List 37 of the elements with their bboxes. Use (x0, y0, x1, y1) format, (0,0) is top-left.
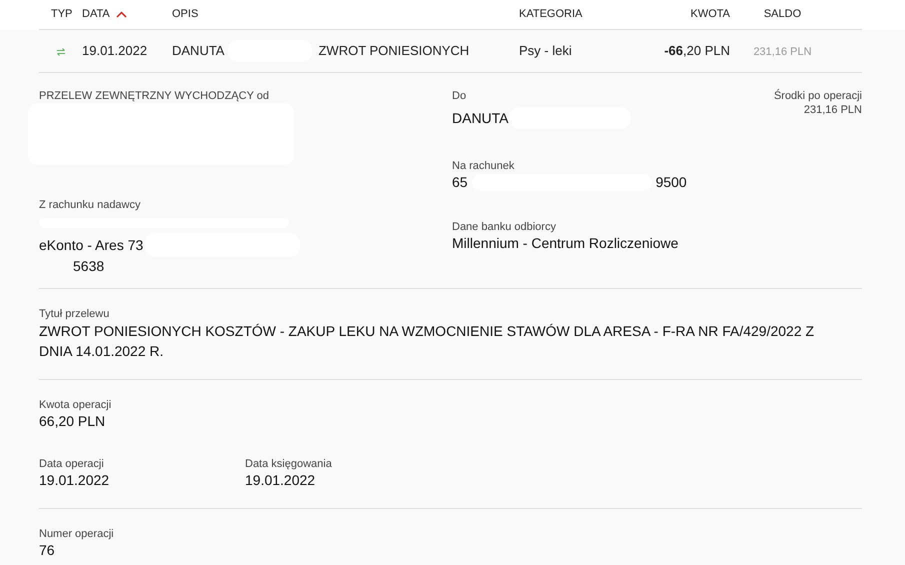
column-header[interactable]: SALDO (764, 6, 802, 23)
recipient-name: DANUTA (452, 108, 509, 128)
column-header[interactable]: TYP (51, 6, 72, 23)
category-name: Psy - leki (519, 43, 572, 58)
field-label: Środki po operacji (772, 89, 862, 103)
field-value: 76 (39, 541, 56, 560)
transfer-title: ZWROT PONIESIONYCH (318, 42, 470, 60)
payee-name: DANUTA (172, 42, 224, 60)
field-label: Data operacji (39, 457, 105, 471)
field-label: Z rachunku nadawcy (39, 198, 142, 212)
column-header[interactable]: DATA (82, 6, 127, 23)
field-label: Data księgowania (245, 457, 332, 471)
account-number-end: 9500 (656, 173, 687, 192)
field-value: 231,16 PLN (802, 103, 862, 117)
field-value: 66,20 PLN (39, 412, 106, 431)
field-value: ZWROT PONIESIONYCH KOSZTÓW - ZAKUP LEKU NA WZMOCNIENIE STAWÓW DLA ARESA - F-RA NR FA/429/2022 Z DNIA 14.01.2022 R. (39, 322, 816, 361)
field-label: Tytuł przelewu (39, 307, 110, 321)
column-header[interactable]: KATEGORIA (519, 6, 582, 23)
balance-value: 231,16 PLN (753, 46, 812, 58)
account-name: eKonto - Ares 73 (39, 236, 144, 254)
field-label: Kwota operacji (39, 398, 112, 412)
transfer-icon (56, 46, 66, 57)
sort-ascending-icon[interactable] (116, 11, 127, 18)
amount-value: -66,20 PLN (664, 43, 730, 58)
field-label: Na rachunek (452, 159, 516, 173)
field-value: Millennium - Centrum Rozliczeniowe (452, 234, 680, 253)
field-label: Dane banku odbiorcy (452, 220, 557, 234)
field-value: 19.01.2022 (39, 471, 110, 490)
table-cell: 19.01.2022 (82, 43, 148, 58)
field-label: Do (452, 89, 468, 103)
column-header[interactable]: KWOTA (690, 6, 730, 23)
field-label: Numer operacji (39, 527, 115, 541)
column-header[interactable]: OPIS (172, 6, 198, 23)
field-label: PRZELEW ZEWNĘTRZNY WYCHODZĄCY od (39, 89, 270, 103)
account-number-start: 65 (452, 173, 468, 192)
account-number-end: 5638 (73, 257, 104, 276)
field-value: 19.01.2022 (245, 471, 316, 490)
